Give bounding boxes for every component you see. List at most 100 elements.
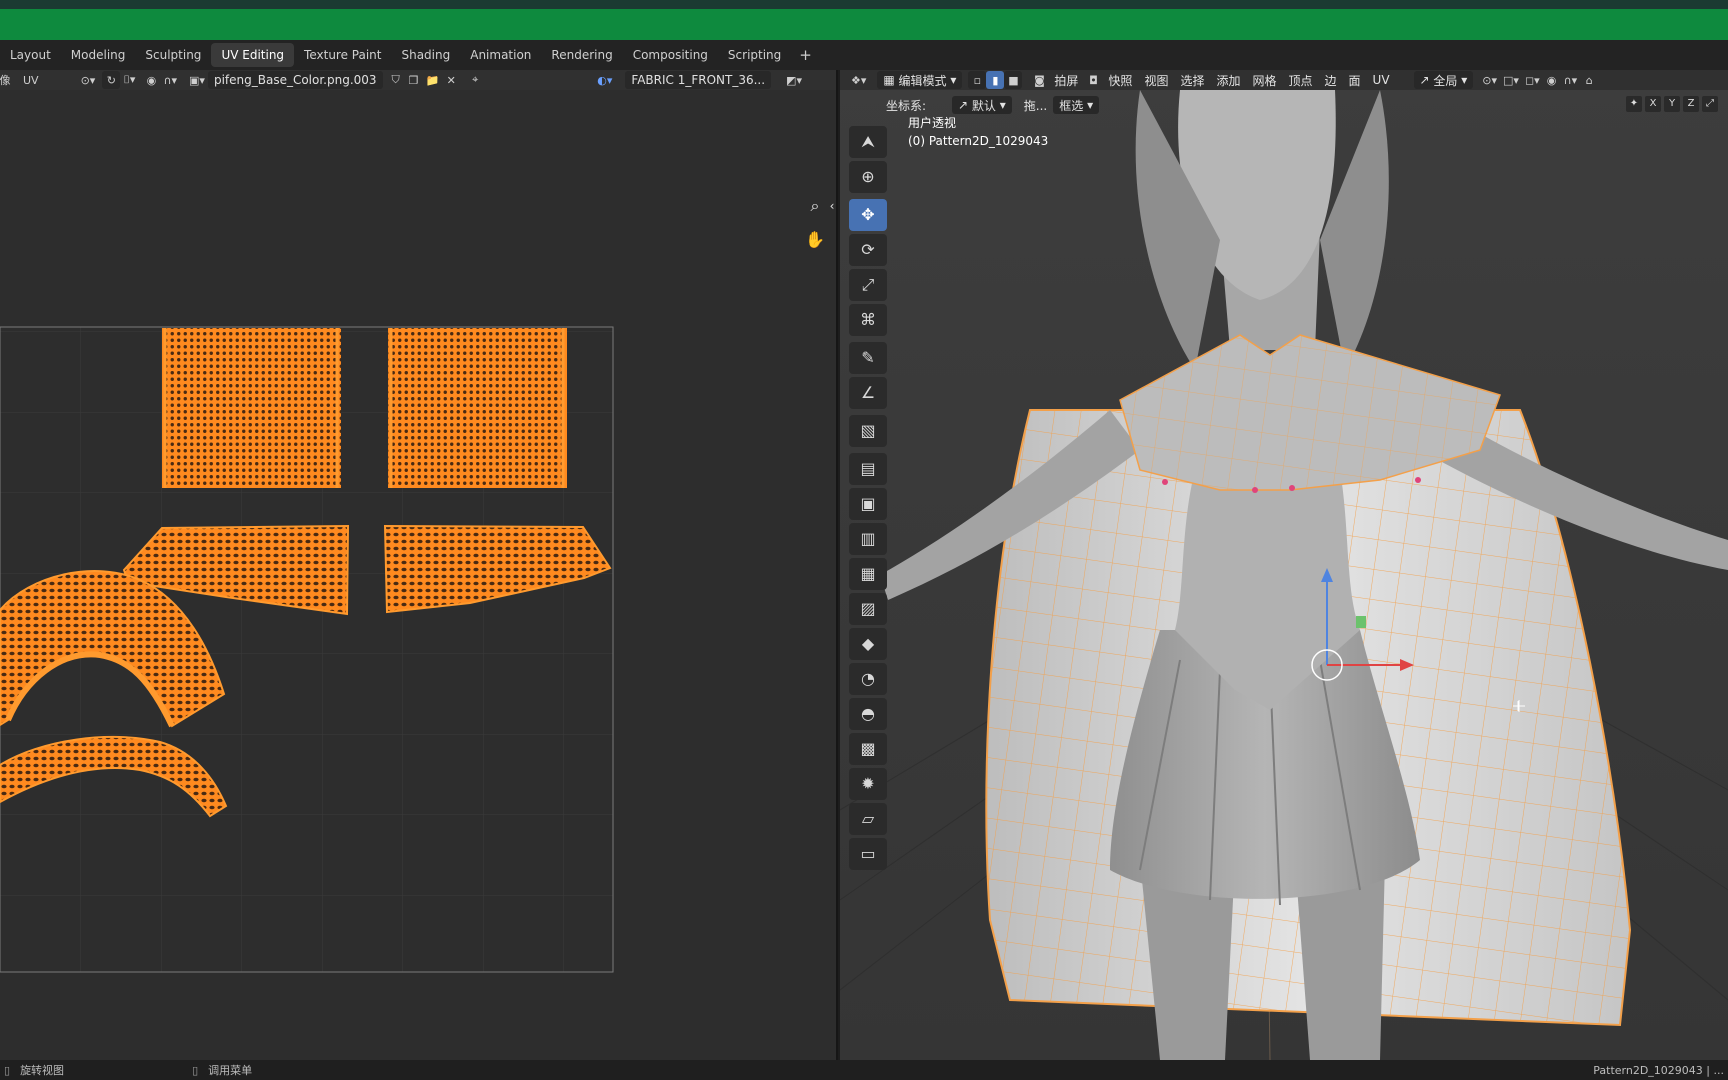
tab-compositing[interactable]: Compositing — [623, 43, 718, 67]
screenshot-button[interactable]: 拍屏 — [1048, 72, 1084, 89]
close-icon[interactable]: ✕ — [442, 71, 460, 89]
viewport-gizmo-icon[interactable]: ⌂ — [1580, 71, 1598, 89]
tab-layout[interactable]: Layout — [0, 43, 61, 67]
global-label: 全局 — [1433, 73, 1458, 88]
shear-icon[interactable]: ▱ — [849, 803, 887, 835]
zoom-icon[interactable]: ⌕ — [801, 192, 829, 220]
uv-menu[interactable]: UV — [20, 71, 42, 89]
uv-mode-char[interactable]: 像 — [0, 71, 11, 89]
title-bar — [0, 9, 1728, 40]
uv-island-back-right[interactable] — [388, 328, 567, 488]
proportional-editing-icon[interactable]: ◉ — [1543, 71, 1561, 89]
annotate-icon[interactable]: ✎ — [849, 342, 887, 374]
tab-scripting[interactable]: Scripting — [718, 43, 791, 67]
shrink-fatten-icon[interactable]: ✹ — [849, 768, 887, 800]
transform-icon[interactable]: ⌘ — [849, 304, 887, 336]
auto-merge-icon[interactable]: ⤢ — [1702, 96, 1718, 112]
snap-target-icon[interactable]: ◻▾ — [1522, 71, 1543, 89]
vertex-select-icon[interactable]: ▫ — [968, 71, 987, 89]
snapshot-button[interactable]: 快照 — [1102, 72, 1138, 89]
menu-add[interactable]: 添加 — [1210, 72, 1246, 89]
pin-icon[interactable]: ⌖ — [466, 71, 484, 89]
menu-mesh[interactable]: 网格 — [1246, 72, 1282, 89]
image-browse-icon[interactable]: ▣▾ — [186, 71, 208, 89]
tab-texture-paint[interactable]: Texture Paint — [294, 43, 391, 67]
3d-viewport[interactable]: ❖▾ ▦ 编辑模式 ▾ ▫ ▮ ■ ◙ 拍屏 ◘ 快照 视图 选择 添加 网格 … — [840, 70, 1728, 1060]
rip-icon[interactable]: ▭ — [849, 838, 887, 870]
edge-slide-icon[interactable]: ▩ — [849, 733, 887, 765]
proportional-edit-icon[interactable]: ◉ — [142, 71, 160, 89]
status-object-info: Pattern2D_1029043 | ... — [1593, 1063, 1724, 1077]
pivot-icon[interactable]: ⊙▾ — [78, 71, 99, 89]
status-rotate-view: 旋转视图 — [20, 1064, 65, 1077]
mode-dropdown[interactable]: ▦ 编辑模式 ▾ — [877, 71, 963, 89]
overlay-icon[interactable]: ◐▾ — [594, 71, 615, 89]
tab-animation[interactable]: Animation — [460, 43, 541, 67]
pivot-point-icon[interactable]: ⊙▾ — [1479, 71, 1500, 89]
inset-icon[interactable]: ▣ — [849, 488, 887, 520]
snap-icon[interactable]: ⌷▾ — [120, 71, 138, 89]
cursor-icon[interactable]: ⊕ — [849, 161, 887, 193]
mirror-z-button[interactable]: Z — [1683, 96, 1699, 112]
smooth-icon[interactable]: ◓ — [849, 698, 887, 730]
scale-icon[interactable]: ⤢ — [849, 269, 887, 301]
coord-system-label: 坐标系: — [886, 98, 927, 113]
rotate-icon[interactable]: ⟳ — [849, 234, 887, 266]
select-box-icon[interactable]: ⮝ — [849, 126, 887, 158]
falloff-icon[interactable]: ∩▾ — [160, 71, 180, 89]
menu-view[interactable]: 视图 — [1138, 72, 1174, 89]
drag-dropdown[interactable]: 框选 ▾ — [1053, 96, 1100, 114]
mirror-x-button[interactable]: X — [1645, 96, 1661, 112]
tab-rendering[interactable]: Rendering — [541, 43, 622, 67]
poly-build-icon[interactable]: ◆ — [849, 628, 887, 660]
extrude-icon[interactable]: ▤ — [849, 453, 887, 485]
snap-toggle-icon[interactable]: □▾ — [1500, 71, 1522, 89]
edge-select-icon[interactable]: ▮ — [986, 71, 1005, 89]
tool-shelf: ⮝ ⊕ ✥ ⟳ ⤢ ⌘ ✎ ∠ ▧ ▤ ▣ ▥ ▦ ▨ ◆ ◔ ◓ ▩ ✹ ▱ … — [849, 126, 889, 873]
spin-icon[interactable]: ◔ — [849, 663, 887, 695]
drag-value: 框选 — [1059, 98, 1084, 113]
display-channels-icon[interactable]: ◩▾ — [783, 71, 805, 89]
snapshot-camera-icon[interactable]: ◘ — [1084, 71, 1102, 89]
menu-face[interactable]: 面 — [1343, 72, 1367, 89]
menu-uv[interactable]: UV — [1367, 73, 1396, 87]
tab-shading[interactable]: Shading — [391, 43, 460, 67]
fake-user-icon[interactable]: ⛉ — [387, 71, 405, 89]
viewport-info: 用户透视 (0) Pattern2D_1029043 — [908, 114, 1048, 150]
transform-orientation-dropdown[interactable]: ↗ 全局 ▾ — [1413, 71, 1474, 89]
menu-edge[interactable]: 边 — [1319, 72, 1343, 89]
coord-system-dropdown[interactable]: ↗ 默认 ▾ — [952, 96, 1012, 114]
gizmo-plane-handle[interactable] — [1356, 616, 1366, 628]
tab-sculpting[interactable]: Sculpting — [135, 43, 211, 67]
move-icon[interactable]: ✥ — [849, 199, 887, 231]
tab-uv-editing[interactable]: UV Editing — [211, 43, 295, 67]
knife-icon[interactable]: ▨ — [849, 593, 887, 625]
mirror-y-button[interactable]: Y — [1664, 96, 1680, 112]
loop-cut-icon[interactable]: ▦ — [849, 558, 887, 590]
status-bar: ▯ 旋转视图 ▯ 调用菜单 Pattern2D_1029043 | ... — [0, 1060, 1728, 1080]
add-cube-icon[interactable]: ▧ — [849, 415, 887, 447]
camera-icon[interactable]: ◙ — [1030, 71, 1048, 89]
duplicate-image-icon[interactable]: ❐ — [405, 71, 423, 89]
proportional-falloff-icon[interactable]: ∩▾ — [1561, 71, 1581, 89]
open-folder-icon[interactable]: 📁 — [423, 71, 443, 89]
face-select-icon[interactable]: ■ — [1004, 71, 1023, 89]
menu-vertex[interactable]: 顶点 — [1283, 72, 1319, 89]
measure-icon[interactable]: ∠ — [849, 377, 887, 409]
status-call-menu: 调用菜单 — [208, 1064, 253, 1077]
tab-modeling[interactable]: Modeling — [61, 43, 136, 67]
editor-type-icon[interactable]: ❖▾ — [848, 71, 869, 89]
image-name-field[interactable]: pifeng_Base_Color.png.003 — [207, 71, 383, 89]
uv-map-field[interactable]: FABRIC 1_FRONT_36... — [625, 71, 772, 89]
object-name: (0) Pattern2D_1029043 — [908, 134, 1049, 148]
bevel-icon[interactable]: ▥ — [849, 523, 887, 555]
viewport-scene[interactable] — [840, 70, 1728, 1060]
uv-canvas[interactable] — [0, 90, 838, 1060]
mirror-icon[interactable]: ✦ — [1626, 96, 1642, 112]
uv-sync-icon[interactable]: ↻ — [102, 71, 121, 89]
pan-icon[interactable]: ✋ — [801, 226, 829, 254]
collapse-icon[interactable]: ‹ — [826, 192, 836, 220]
add-workspace-button[interactable]: + — [791, 46, 820, 64]
uv-island-back-left[interactable] — [162, 328, 341, 488]
menu-select[interactable]: 选择 — [1174, 72, 1210, 89]
